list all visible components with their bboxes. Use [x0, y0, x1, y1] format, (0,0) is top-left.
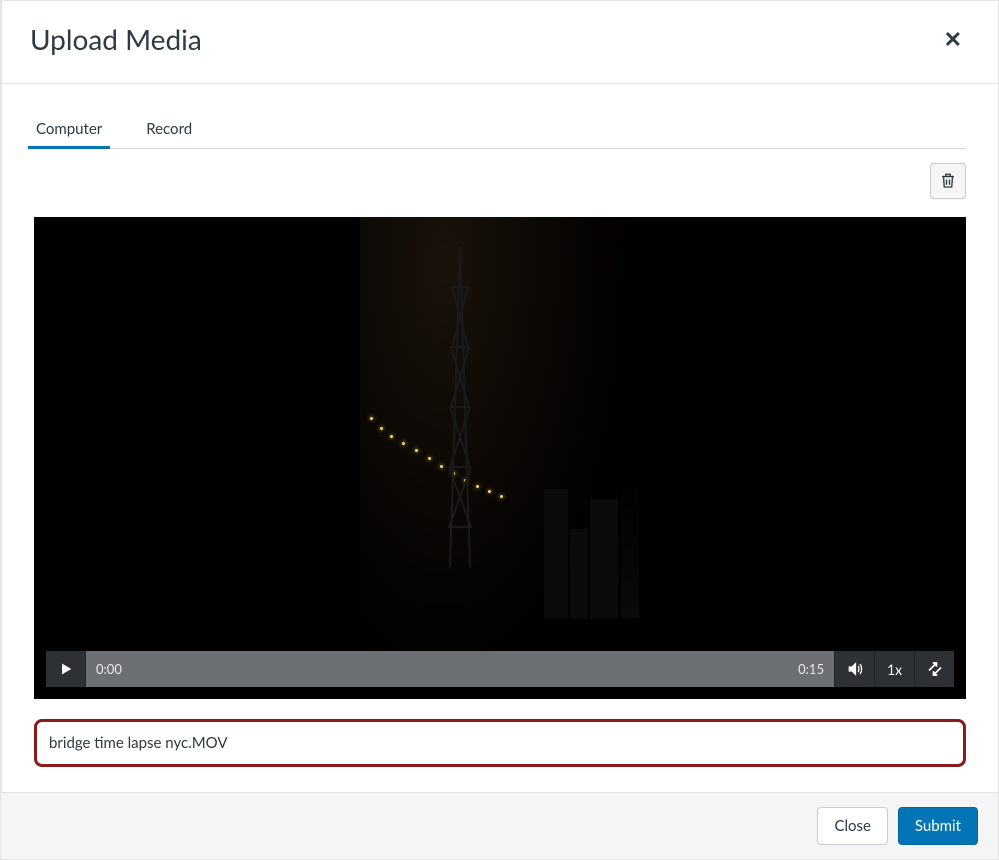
tab-label: Computer: [36, 120, 102, 138]
button-label: Submit: [915, 817, 961, 835]
volume-icon: [846, 660, 864, 678]
video-preview: 0:00 0:15 1x: [34, 217, 966, 699]
current-time: 0:00: [96, 661, 122, 677]
actions-row: [34, 149, 966, 199]
delete-button[interactable]: [930, 163, 966, 199]
close-icon: ✕: [944, 25, 962, 52]
fullscreen-icon: [926, 660, 944, 678]
volume-button[interactable]: [834, 651, 874, 687]
tab-computer[interactable]: Computer: [34, 112, 104, 148]
seek-bar[interactable]: 0:00 0:15: [86, 651, 834, 687]
close-button-footer[interactable]: Close: [817, 807, 887, 845]
button-label: Close: [834, 817, 870, 835]
video-controls: 0:00 0:15 1x: [46, 651, 954, 687]
modal-body: Computer Record: [1, 84, 998, 792]
upload-media-modal: Upload Media ✕ Computer Record: [0, 0, 999, 860]
tab-label: Record: [146, 120, 192, 138]
play-icon: [58, 661, 74, 677]
modal-header: Upload Media ✕: [1, 1, 998, 84]
fullscreen-button[interactable]: [914, 651, 954, 687]
tabs: Computer Record: [34, 112, 966, 149]
playback-speed-button[interactable]: 1x: [874, 651, 914, 687]
trash-icon: [939, 172, 957, 190]
duration: 0:15: [798, 661, 824, 677]
modal-title: Upload Media: [30, 22, 202, 56]
submit-button[interactable]: Submit: [898, 807, 978, 845]
speed-label: 1x: [887, 661, 902, 678]
file-name-input[interactable]: [39, 724, 961, 762]
tower-silhouette: [440, 247, 480, 567]
play-button[interactable]: [46, 651, 86, 687]
video-thumbnail: [360, 217, 640, 699]
file-name-highlight: [34, 719, 966, 767]
close-button[interactable]: ✕: [936, 21, 970, 57]
modal-footer: Close Submit: [1, 792, 998, 859]
city-silhouette: [520, 439, 640, 619]
tab-record[interactable]: Record: [144, 112, 194, 148]
